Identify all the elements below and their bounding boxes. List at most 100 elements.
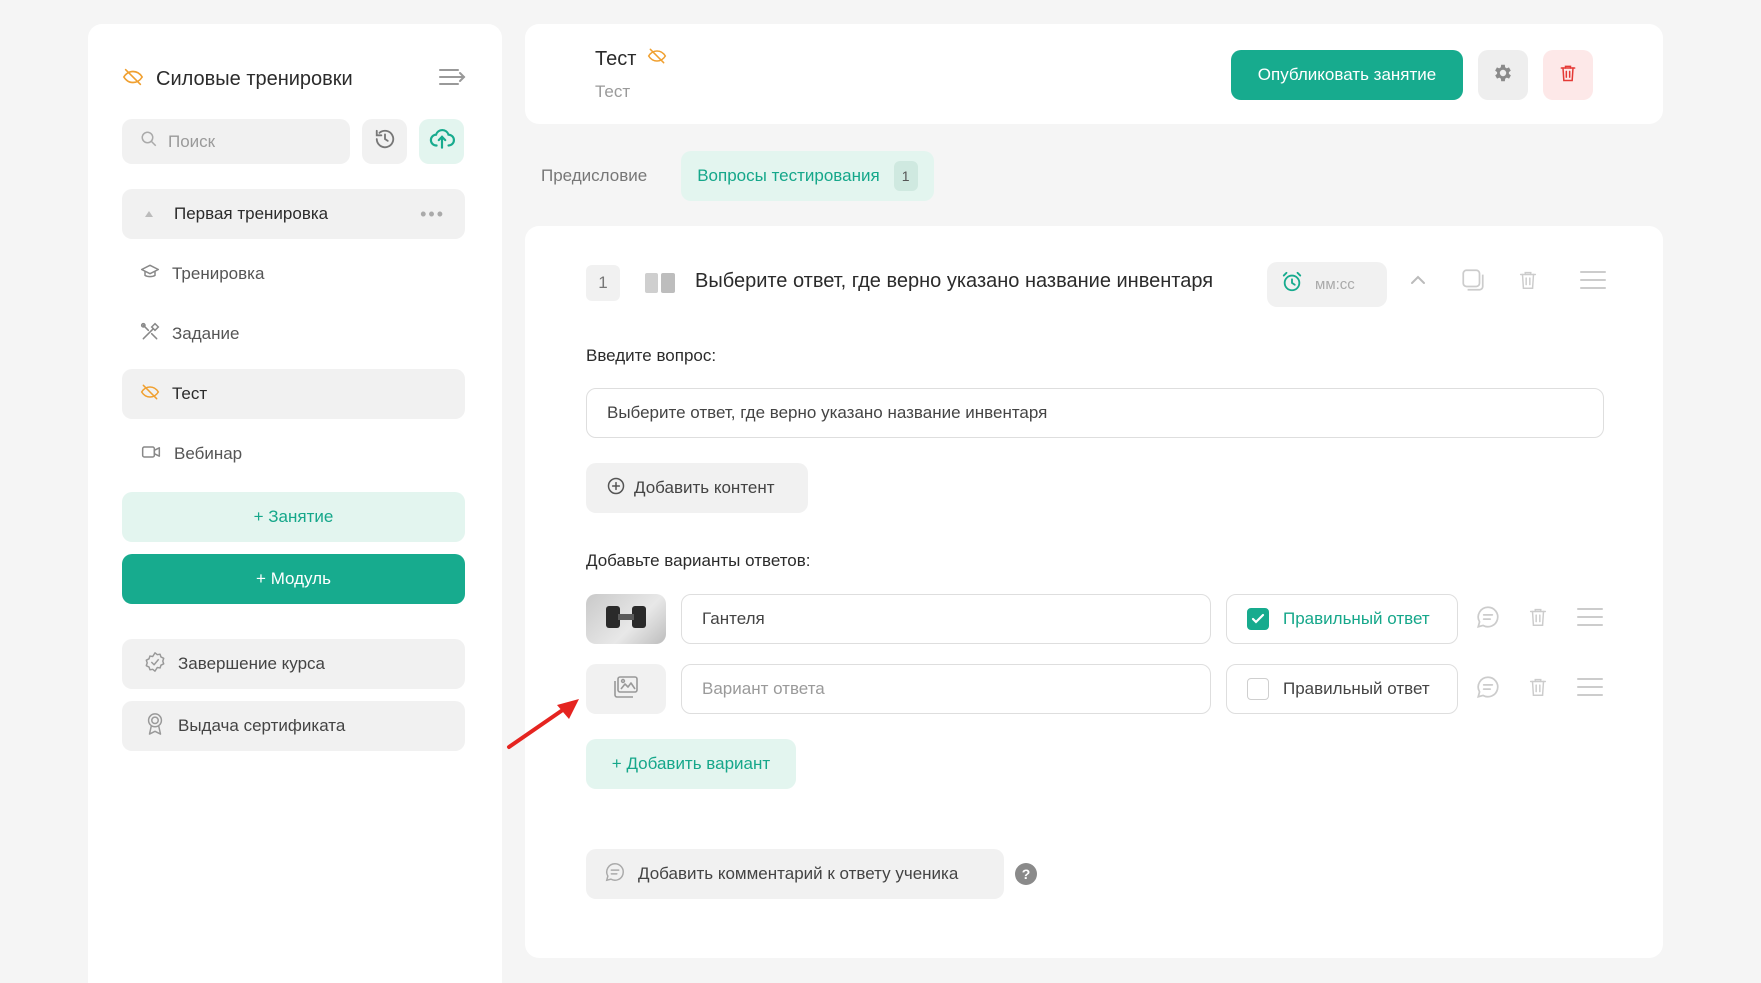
gear-icon (1492, 62, 1514, 89)
image-icon (613, 675, 639, 704)
search-row (122, 119, 464, 164)
question-type-icon (645, 273, 675, 298)
comment-icon (604, 861, 626, 888)
lesson-item-training[interactable]: Тренировка (122, 249, 465, 299)
add-answer-image-button[interactable] (586, 664, 666, 714)
add-content-button[interactable]: Добавить контент (586, 463, 808, 513)
trash-icon (1527, 605, 1549, 634)
lesson-label: Вебинар (174, 444, 243, 463)
comment-icon (1475, 604, 1501, 635)
lesson-subtitle: Тест (595, 82, 631, 101)
search-input[interactable] (168, 131, 328, 152)
trash-icon (1527, 675, 1549, 704)
certificate-label: Выдача сертификата (178, 716, 346, 735)
duplicate-question-button[interactable] (1455, 264, 1491, 300)
sidebar-header: Силовые тренировки (122, 64, 468, 94)
delete-answer-button[interactable] (1523, 674, 1553, 704)
tab-test-questions[interactable]: Вопросы тестирования 1 (681, 151, 934, 201)
answer-image[interactable] (586, 594, 666, 644)
checkbox-unchecked[interactable] (1247, 678, 1269, 700)
delete-answer-button[interactable] (1523, 604, 1553, 634)
sidebar: Силовые тренировки Первая тренировка • (88, 24, 502, 983)
cloud-upload-icon (429, 126, 455, 157)
alarm-clock-icon (1281, 271, 1303, 298)
collapse-triangle-icon[interactable] (144, 205, 154, 223)
correct-answer-toggle[interactable]: Правильный ответ (1226, 664, 1458, 714)
help-icon[interactable]: ? (1015, 863, 1037, 885)
hamburger-icon (1580, 270, 1606, 295)
lesson-header: Тест Тест Опубликовать занятие (525, 24, 1663, 124)
video-camera-icon (140, 442, 162, 467)
tab-label: Предисловие (541, 166, 648, 185)
comment-icon (1475, 674, 1501, 705)
lesson-label: Задание (172, 324, 240, 343)
annotation-arrow-icon (505, 693, 585, 758)
search-box[interactable] (122, 119, 350, 164)
add-lesson-button[interactable]: + Занятие (122, 492, 465, 542)
badge-check-icon (144, 651, 166, 678)
lesson-title: Тест (595, 47, 637, 70)
hamburger-icon (1577, 677, 1603, 702)
add-comment-label: Добавить комментарий к ответу ученика (638, 864, 959, 883)
plus-circle-icon (606, 476, 626, 501)
lesson-item-test[interactable]: Тест (122, 369, 465, 419)
question-prompt-input[interactable] (586, 388, 1604, 438)
publish-lesson-button[interactable]: Опубликовать занятие (1231, 50, 1463, 100)
answer-input[interactable] (681, 594, 1211, 644)
hidden-eye-icon (646, 46, 668, 72)
course-title: Силовые тренировки (156, 67, 353, 90)
correct-answer-toggle[interactable]: Правильный ответ (1226, 594, 1458, 644)
lesson-item-task[interactable]: Задание (122, 309, 465, 359)
hidden-eye-icon (140, 382, 160, 407)
checkbox-checked[interactable] (1247, 608, 1269, 630)
answer-comment-button[interactable] (1473, 604, 1503, 634)
graduation-cap-icon (140, 262, 160, 287)
lesson-item-webinar[interactable]: Вебинар (122, 429, 465, 479)
dumbbell-image (596, 602, 656, 637)
timer-field[interactable] (1267, 262, 1387, 307)
answer-drag-handle[interactable] (1575, 674, 1605, 704)
add-student-comment-button[interactable]: Добавить комментарий к ответу ученика (586, 849, 1004, 899)
module-item[interactable]: Первая тренировка ••• (122, 189, 465, 239)
more-options-icon[interactable]: ••• (420, 204, 445, 225)
drag-handle[interactable] (1575, 264, 1611, 300)
question-prompt-label: Введите вопрос: (586, 346, 717, 365)
lesson-tabs: Предисловие Вопросы тестирования 1 (525, 151, 934, 201)
course-completion-label: Завершение курса (178, 654, 325, 673)
collapse-sidebar-icon[interactable] (438, 67, 468, 92)
upload-button[interactable] (419, 119, 464, 164)
trash-icon (1517, 268, 1539, 297)
question-card: 1 Выберите ответ, где верно указано назв… (525, 226, 1663, 958)
history-button[interactable] (362, 119, 407, 164)
delete-lesson-button[interactable] (1543, 50, 1593, 100)
lesson-title-row: Тест (595, 46, 668, 72)
add-content-label: Добавить контент (634, 478, 775, 497)
correct-answer-label: Правильный ответ (1283, 609, 1430, 628)
copy-icon (1460, 267, 1486, 298)
delete-question-button[interactable] (1510, 264, 1546, 300)
settings-button[interactable] (1478, 50, 1528, 100)
module-label: Первая тренировка (174, 204, 329, 223)
question-title: Выберите ответ, где верно указано назван… (695, 270, 1214, 292)
tab-label: Вопросы тестирования (697, 166, 880, 185)
hamburger-icon (1577, 607, 1603, 632)
lesson-label: Тренировка (172, 264, 265, 283)
question-count-badge: 1 (893, 161, 918, 191)
award-icon (144, 712, 166, 741)
collapse-question-button[interactable] (1400, 264, 1436, 300)
correct-answer-label: Правильный ответ (1283, 679, 1430, 698)
chevron-up-icon (1409, 273, 1427, 291)
tab-preface[interactable]: Предисловие (525, 151, 663, 201)
question-number: 1 (586, 265, 620, 301)
trash-icon (1558, 62, 1578, 89)
add-variant-button[interactable]: + Добавить вариант (586, 739, 796, 789)
lesson-label: Тест (172, 384, 208, 403)
course-completion-item[interactable]: Завершение курса (122, 639, 465, 689)
answer-input[interactable] (681, 664, 1211, 714)
timer-input[interactable] (1315, 276, 1375, 293)
answers-label: Добавьте варианты ответов: (586, 551, 811, 570)
add-module-button[interactable]: + Модуль (122, 554, 465, 604)
certificate-item[interactable]: Выдача сертификата (122, 701, 465, 751)
answer-drag-handle[interactable] (1575, 604, 1605, 634)
answer-comment-button[interactable] (1473, 674, 1503, 704)
